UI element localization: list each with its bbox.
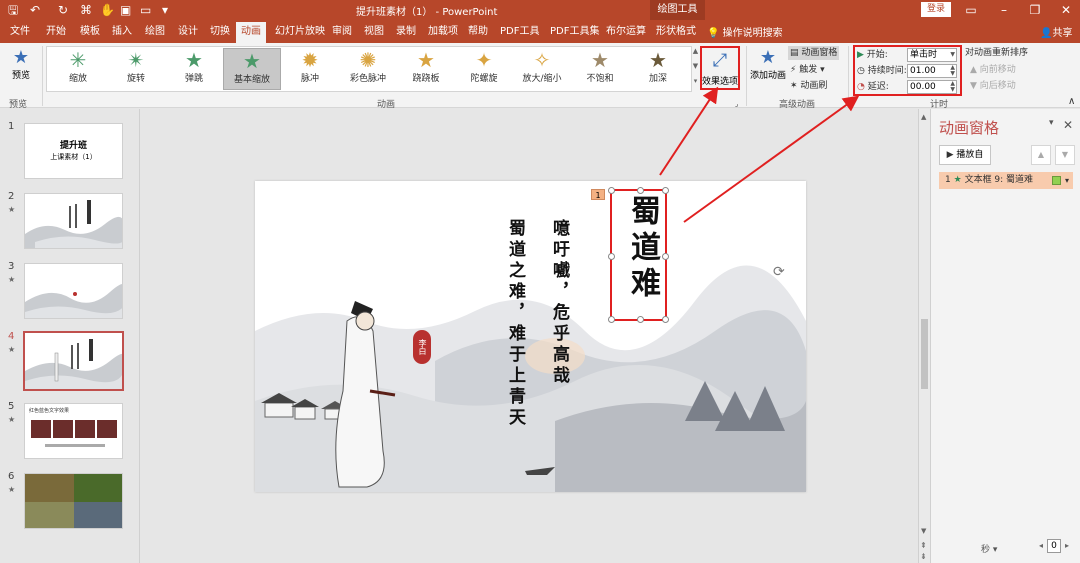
animation-target-label: 文本框 9: 蜀道难 [964,175,1034,185]
next-slide-icon[interactable]: ⇟ [920,552,927,561]
scroll-up-icon[interactable]: ▲ [921,113,926,121]
pane-options-icon[interactable]: ▾ [1049,118,1054,128]
vertical-scrollbar[interactable]: ▲ ▼ ⇞ ⇟ [918,109,930,563]
animation-pane: 动画窗格 ✕ ▾ ▶ 播放自 ▲ ▼ 1 ★ 文本框 9: 蜀道难 ▾ 秒 ▾ … [930,109,1080,563]
play-from-label: 播放自 [956,150,984,160]
animation-list-item[interactable]: 1 ★ 文本框 9: 蜀道难 ▾ [939,172,1073,189]
emphasis-star-icon: ★ [953,175,962,185]
previous-slide-icon[interactable]: ⇞ [920,541,927,550]
move-up-icon[interactable]: ▲ [1031,145,1051,165]
timeline-bar [1052,176,1061,185]
play-icon: ▶ [946,150,954,160]
seconds-label: 秒 [981,545,991,555]
timeline-zoom-box[interactable]: 0 [1047,539,1061,553]
scroll-thumb[interactable] [921,319,928,389]
animation-order: 1 [945,175,951,185]
move-down-icon[interactable]: ▼ [1055,145,1075,165]
timeline-right-icon[interactable]: ▸ [1065,541,1069,550]
seconds-dropdown[interactable]: 秒 ▾ [981,542,997,555]
play-from-button[interactable]: ▶ 播放自 [939,145,991,165]
animation-pane-title: 动画窗格 [939,119,1000,137]
scroll-down-icon[interactable]: ▼ [921,527,926,535]
chevron-down-icon[interactable]: ▾ [1065,172,1069,189]
timeline-left-icon[interactable]: ◂ [1039,541,1043,550]
close-icon[interactable]: ✕ [1063,118,1073,132]
